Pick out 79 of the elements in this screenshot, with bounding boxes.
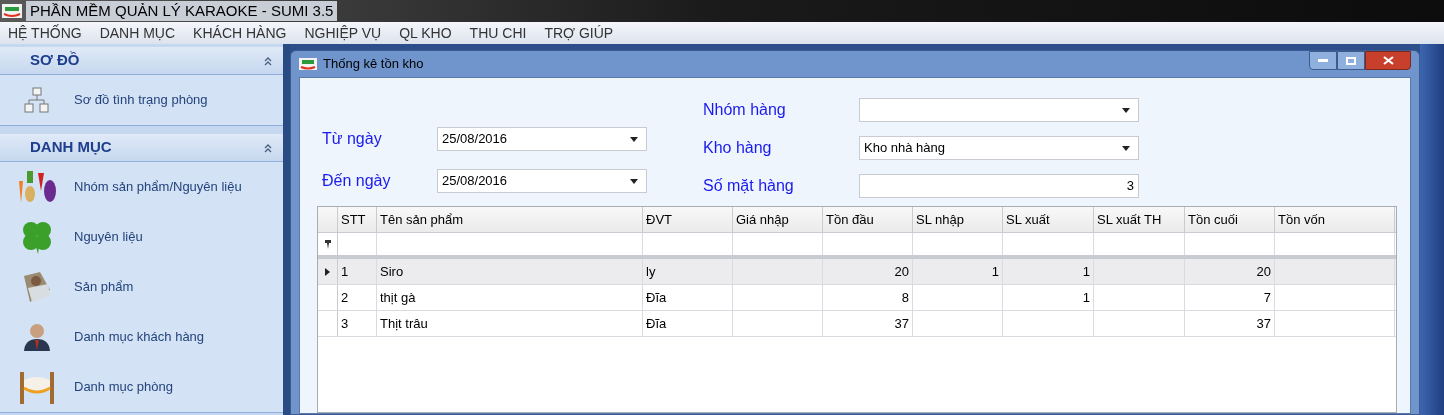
sidebar-item[interactable]: Nguyên liệu [0, 212, 283, 262]
window-title: Thống kê tồn kho [323, 55, 424, 74]
field-label: Đến ngày [322, 171, 392, 191]
close-icon [1382, 56, 1394, 65]
maximize-button[interactable] [1337, 51, 1365, 70]
table-cell-text: 2 [341, 288, 349, 307]
table-cell-text: 1 [1082, 288, 1090, 307]
table-cell-text: Siro [380, 262, 404, 281]
menu-item[interactable]: THU CHI [469, 22, 527, 44]
field-label: Nhóm hàng [703, 100, 787, 120]
column-header[interactable]: SL xuất TH [1094, 207, 1185, 232]
input-field[interactable]: 3 [859, 174, 1139, 198]
menu-item[interactable]: NGHIỆP VỤ [304, 22, 382, 44]
table-cell-text: ly [646, 262, 656, 281]
caret-icon [1122, 107, 1130, 113]
sidebar-item[interactable]: Sơ đồ tình trạng phòng [0, 75, 283, 125]
splitter-bar[interactable] [283, 44, 290, 415]
table-cell-text: Đĩa [646, 288, 667, 307]
org-chart-icon [23, 86, 51, 114]
caret-icon [630, 178, 638, 184]
table-cell-text: Đĩa [646, 314, 667, 333]
field-label: Từ ngày [322, 129, 383, 149]
caret-icon [1122, 145, 1130, 151]
table-row[interactable]: 2 thịt gà Đĩa 8 1 7 [318, 285, 1396, 311]
dropdown-field[interactable]: 25/08/2016 [437, 127, 647, 151]
menu-item[interactable]: TRỢ GIÚP [544, 22, 614, 44]
maximize-icon [1346, 56, 1356, 65]
app-title: PHẦN MỀM QUẢN LÝ KARAOKE - SUMI 3.5 [26, 1, 338, 21]
table-cell-text: 3 [341, 314, 349, 333]
section-header[interactable]: SƠ ĐỒ [0, 47, 283, 75]
vegetables-icon [16, 169, 58, 205]
sidebar-item[interactable]: Sản phẩm [0, 262, 283, 312]
column-header[interactable]: STT [338, 207, 377, 232]
current-row-icon [325, 267, 330, 276]
caret-icon [630, 136, 638, 142]
chairs-icon [18, 370, 56, 404]
menu-item[interactable]: QL KHO [399, 22, 452, 44]
sidebar-item[interactable]: Nhóm sản phẩm/Nguyên liệu [0, 162, 283, 212]
table-row[interactable]: 1 Siro ly 20 1 1 20 [318, 259, 1396, 285]
table-cell-text: 1 [341, 262, 349, 281]
filter-pin-icon [324, 239, 331, 249]
column-header[interactable]: Tồn đầu [823, 207, 913, 232]
field-label: Kho hàng [703, 138, 773, 158]
column-header[interactable]: ĐVT [643, 207, 733, 232]
minimize-icon [1318, 59, 1328, 62]
table-cell-text: 1 [1082, 262, 1090, 281]
sidebar-item[interactable]: Danh mục phòng [0, 362, 283, 412]
table-cell-text: 37 [1256, 314, 1271, 333]
table-cell-text: 20 [1256, 262, 1271, 281]
column-header[interactable]: SL xuất [1003, 207, 1094, 232]
table-cell-text: 8 [901, 288, 909, 307]
menu-item[interactable]: KHÁCH HÀNG [193, 22, 287, 44]
dropdown-field[interactable] [859, 98, 1139, 122]
table-cell-text: 1 [991, 262, 999, 281]
column-header[interactable]: Giá nhập [733, 207, 823, 232]
section-header[interactable]: DANH MỤC [0, 134, 283, 162]
minimize-button[interactable] [1309, 51, 1337, 70]
column-header[interactable]: SL nhập [913, 207, 1003, 232]
table-cell-text: 7 [1263, 288, 1271, 307]
menu-item[interactable]: DANH MỤC [99, 22, 176, 44]
menu-item[interactable]: HỆ THỐNG [8, 22, 82, 44]
table-cell-text: 37 [894, 314, 909, 333]
dropdown-field[interactable]: Kho nhà hàng [859, 136, 1139, 160]
sidebar-item[interactable]: Danh mục khách hàng [0, 312, 283, 362]
column-header[interactable]: Tồn vốn [1275, 207, 1395, 232]
table-cell-text: 20 [894, 262, 909, 281]
field-label: Số mặt hàng [703, 176, 795, 196]
close-button[interactable] [1365, 51, 1411, 70]
person-icon [22, 322, 52, 352]
collapse-icon[interactable] [263, 55, 273, 66]
app-logo-icon [2, 4, 22, 18]
table-cell-text: thịt gà [380, 288, 416, 307]
window-icon [299, 58, 317, 70]
table-cell-text: Thịt trâu [380, 314, 428, 333]
column-header[interactable]: Tồn cuối [1185, 207, 1275, 232]
column-header[interactable]: Tên sản phẩm [377, 207, 643, 232]
dropdown-field[interactable]: 25/08/2016 [437, 169, 647, 193]
table-row[interactable]: 3 Thịt trâu Đĩa 37 37 [318, 311, 1396, 337]
collapse-icon[interactable] [263, 142, 273, 153]
